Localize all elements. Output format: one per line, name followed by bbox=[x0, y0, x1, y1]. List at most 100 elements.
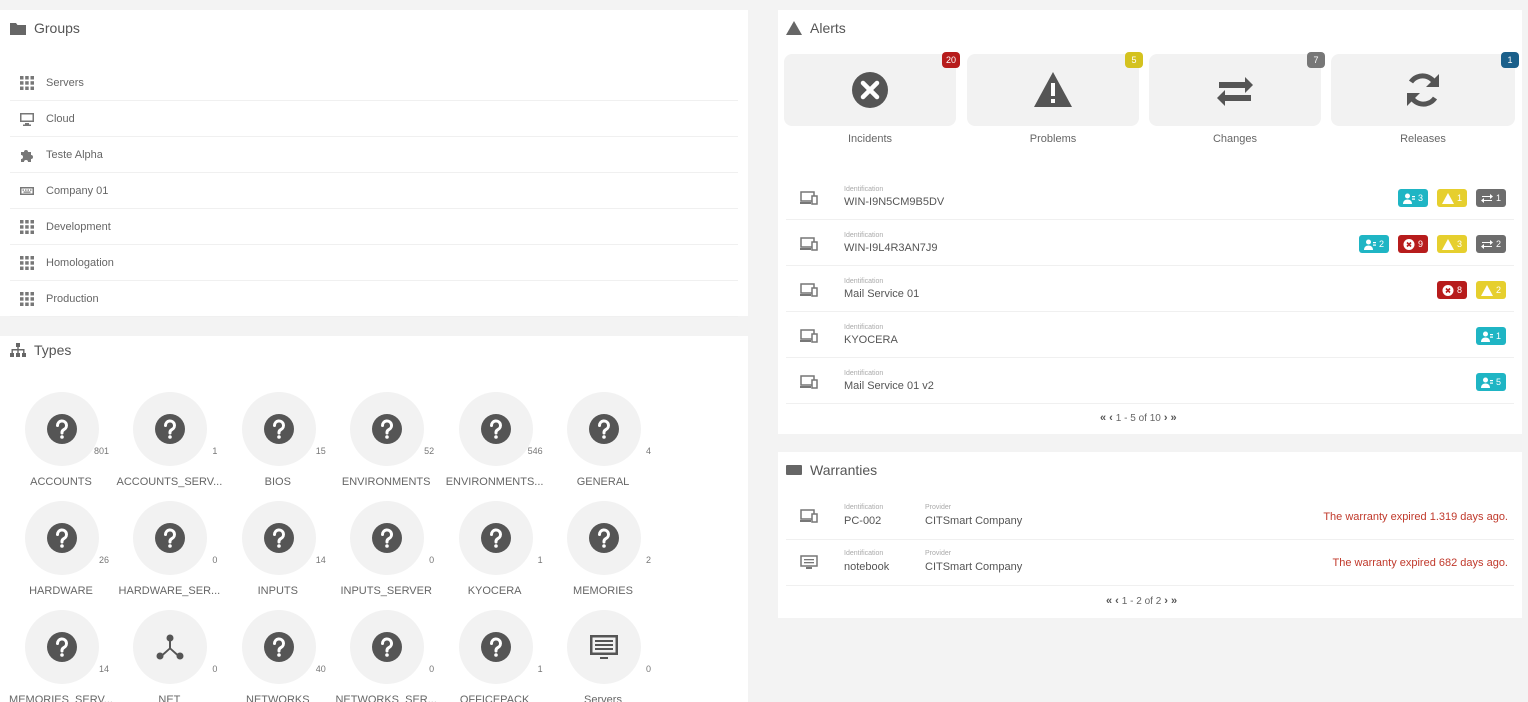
chip-count: 1 bbox=[1456, 193, 1462, 203]
user-chip[interactable]: 3 bbox=[1397, 189, 1428, 207]
type-item[interactable]: 0 Servers bbox=[549, 610, 657, 702]
prev-page-button[interactable]: ‹ bbox=[1115, 595, 1119, 607]
device-row[interactable]: Identification Mail Service 01 v2 5 bbox=[786, 362, 1514, 404]
next-page-button[interactable]: › bbox=[1164, 595, 1168, 607]
alerts-pager: «‹ 1 - 5 of 10 ›» bbox=[1100, 412, 1177, 424]
grid-icon bbox=[20, 219, 46, 234]
identification-caption: Identification bbox=[844, 370, 884, 377]
alert-count-badge: 20 bbox=[941, 52, 960, 68]
type-label: HARDWARE bbox=[29, 585, 93, 597]
provider-caption: Provider bbox=[925, 504, 952, 511]
device-icon bbox=[800, 237, 818, 251]
last-page-button[interactable]: » bbox=[1171, 412, 1177, 424]
group-item[interactable]: Teste Alpha bbox=[10, 137, 738, 173]
group-item[interactable]: Development bbox=[10, 209, 738, 245]
type-item[interactable]: 0 NETWORKS_SER... bbox=[332, 610, 440, 702]
type-item[interactable]: 0 INPUTS_SERVER bbox=[332, 501, 440, 601]
alert-card-label: Releases bbox=[1400, 133, 1446, 145]
screen-list-icon bbox=[800, 555, 818, 569]
group-item[interactable]: Production bbox=[10, 281, 738, 317]
alerts-pager-text: 1 - 5 of 10 bbox=[1115, 412, 1161, 424]
alert-card-changes[interactable]: 7 bbox=[1149, 52, 1325, 126]
type-label: HARDWARE_SER... bbox=[118, 585, 221, 597]
user-chip[interactable]: 2 bbox=[1358, 235, 1389, 253]
type-count: 40 bbox=[315, 664, 326, 674]
user-chip[interactable]: 1 bbox=[1475, 327, 1506, 345]
type-count: 26 bbox=[98, 555, 109, 565]
user-chip-icon bbox=[1480, 331, 1493, 342]
change-chip[interactable]: 2 bbox=[1475, 235, 1506, 253]
provider-caption: Provider bbox=[925, 550, 952, 557]
next-page-button[interactable]: › bbox=[1164, 412, 1168, 424]
type-item[interactable]: 4 GENERAL bbox=[549, 392, 657, 492]
type-item[interactable]: 546 ENVIRONMENTS... bbox=[441, 392, 549, 492]
type-item[interactable]: 15 BIOS bbox=[224, 392, 332, 492]
type-item[interactable]: 26 HARDWARE bbox=[7, 501, 115, 601]
incident-chip[interactable]: 8 bbox=[1436, 281, 1467, 299]
type-item[interactable]: 14 INPUTS bbox=[224, 501, 332, 601]
type-item[interactable]: 1 OFFICEPACK bbox=[441, 610, 549, 702]
incident-chip[interactable]: 9 bbox=[1397, 235, 1428, 253]
user-chip-icon bbox=[1363, 239, 1376, 250]
device-row[interactable]: Identification Mail Service 01 8 2 bbox=[786, 270, 1514, 312]
alerts-title: Alerts bbox=[810, 20, 846, 36]
warning-chip[interactable]: 3 bbox=[1436, 235, 1467, 253]
type-label: Servers bbox=[584, 694, 622, 702]
type-item[interactable]: 0 HARDWARE_SER... bbox=[115, 501, 223, 601]
alert-card-label: Changes bbox=[1212, 133, 1258, 145]
change-chip[interactable]: 1 bbox=[1475, 189, 1506, 207]
group-item-label: Servers bbox=[46, 76, 84, 89]
first-page-button[interactable]: « bbox=[1106, 595, 1112, 607]
alert-card-releases[interactable]: 1 bbox=[1331, 52, 1519, 126]
prev-page-button[interactable]: ‹ bbox=[1109, 412, 1113, 424]
provider-name: CITSmart Company bbox=[925, 561, 1023, 573]
refresh-icon bbox=[1403, 70, 1443, 110]
alert-card-incidents[interactable]: 20 bbox=[784, 52, 960, 126]
warning-chip[interactable]: 2 bbox=[1475, 281, 1506, 299]
type-label: NETWORKS bbox=[246, 694, 310, 702]
device-name: Mail Service 01 v2 bbox=[844, 380, 934, 392]
type-item[interactable]: 1 ACCOUNTS_SERV... bbox=[115, 392, 223, 492]
chip-count: 1 bbox=[1495, 331, 1501, 341]
type-item[interactable]: 801 ACCOUNTS bbox=[7, 392, 115, 492]
type-count: 0 bbox=[212, 555, 218, 565]
type-item[interactable]: 52 ENVIRONMENTS bbox=[332, 392, 440, 492]
type-item[interactable]: 40 NETWORKS bbox=[224, 610, 332, 702]
device-name: WIN-I9L4R3AN7J9 bbox=[844, 242, 938, 254]
identification-caption: Identification bbox=[844, 186, 884, 193]
group-item[interactable]: Homologation bbox=[10, 245, 738, 281]
type-item[interactable]: 14 MEMORIES_SERV... bbox=[7, 610, 115, 702]
keyboard-icon bbox=[786, 465, 802, 475]
alert-card-label: Problems bbox=[1029, 133, 1077, 145]
type-label: INPUTS bbox=[257, 585, 298, 597]
group-item[interactable]: Company 01 bbox=[10, 173, 738, 209]
device-row[interactable]: Identification KYOCERA 1 bbox=[786, 316, 1514, 358]
type-label: MEMORIES_SERV... bbox=[9, 694, 113, 702]
group-item-label: Development bbox=[46, 220, 111, 233]
warranty-row[interactable]: Identification notebook Provider CITSmart C… bbox=[786, 542, 1514, 586]
first-page-button[interactable]: « bbox=[1100, 412, 1106, 424]
identification-caption: Identification bbox=[844, 278, 884, 285]
type-item[interactable]: 0 NET bbox=[115, 610, 223, 702]
device-name: notebook bbox=[844, 561, 890, 573]
device-name: Mail Service 01 bbox=[844, 288, 920, 300]
alert-card-problems[interactable]: 5 bbox=[967, 52, 1143, 126]
group-item[interactable]: Servers bbox=[10, 65, 738, 101]
chip-count: 2 bbox=[1495, 239, 1501, 249]
device-row[interactable]: Identification WIN-I9L4R3AN7J9 2 9 3 2 bbox=[786, 224, 1514, 266]
type-item[interactable]: 1 KYOCERA bbox=[441, 501, 549, 601]
user-chip-icon bbox=[1480, 377, 1493, 388]
device-row[interactable]: Identification WIN-I9N5CM9B5DV 3 1 1 bbox=[786, 178, 1514, 220]
device-name: KYOCERA bbox=[844, 334, 898, 346]
type-label: ENVIRONMENTS bbox=[341, 476, 431, 488]
type-count: 546 bbox=[527, 446, 543, 456]
groups-panel: Groups Servers Cloud Teste Alpha Company 01… bbox=[0, 10, 748, 317]
type-count: 0 bbox=[645, 664, 651, 674]
warning-chip[interactable]: 1 bbox=[1436, 189, 1467, 207]
warning-chip-icon bbox=[1441, 192, 1454, 204]
user-chip[interactable]: 5 bbox=[1475, 373, 1506, 391]
type-item[interactable]: 2 MEMORIES bbox=[549, 501, 657, 601]
group-item[interactable]: Cloud bbox=[10, 101, 738, 137]
last-page-button[interactable]: » bbox=[1171, 595, 1177, 607]
warranty-row[interactable]: Identification PC-002 Provider CITSmart Com… bbox=[786, 496, 1514, 540]
